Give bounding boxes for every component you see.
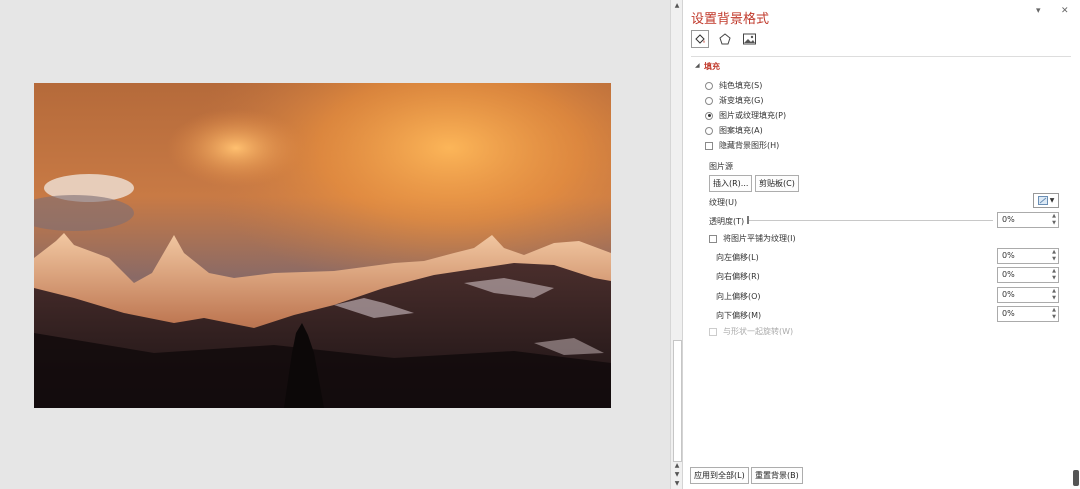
offset-right-label: 向右偏移(R) [716,272,760,281]
scroll-thumb[interactable] [673,340,682,462]
offset-right-value: 0% [1002,270,1015,279]
radio-gradient[interactable] [705,96,713,105]
radio-solid[interactable] [705,81,713,90]
option-gradient-fill[interactable]: 渐变填充(G) [705,95,763,106]
tile-checkbox[interactable] [709,234,717,243]
option-solid-label: 纯色填充(S) [719,81,763,90]
offset-bottom-value: 0% [1002,309,1015,318]
rotate-checkbox[interactable] [709,327,717,336]
offset-top-spinner[interactable]: 0% ▲ ▼ [997,287,1059,303]
spinner-arrows-icon[interactable]: ▲ ▼ [1052,288,1056,302]
transparency-value: 0% [1002,215,1015,224]
rotate-label: 与形状一起旋转(W) [723,327,794,336]
offset-left-label: 向左偏移(L) [716,253,759,262]
tile-picture-option[interactable]: 将图片平铺为纹理(I) [709,233,796,244]
clipboard-button[interactable]: 剪贴板(C) [755,175,799,192]
hide-bg-label: 隐藏背景图形(H) [719,141,780,150]
pane-title: 设置背景格式 [691,12,770,27]
pane-options-dropdown-icon[interactable]: ▾ [1036,6,1041,16]
spinner-arrows-icon[interactable]: ▲ ▼ [1052,307,1056,321]
spinner-arrows-icon[interactable]: ▲ ▼ [1052,213,1056,227]
pentagon-icon [719,33,731,45]
picture-icon [742,33,756,45]
rotate-with-shape-option[interactable]: 与形状一起旋转(W) [709,326,793,337]
hide-bg-checkbox[interactable] [705,141,713,150]
option-picture-fill[interactable]: 图片或纹理填充(P) [705,110,786,121]
transparency-spinner[interactable]: 0% ▲ ▼ [997,212,1059,228]
option-pattern-fill[interactable]: 图案填充(A) [705,125,763,136]
texture-dropdown[interactable]: ▼ [1033,193,1059,208]
radio-pattern[interactable] [705,126,713,135]
transparency-slider-track[interactable] [747,220,993,221]
close-icon[interactable]: ✕ [1061,6,1069,16]
texture-label: 纹理(U) [709,198,738,207]
offset-bottom-spinner[interactable]: 0% ▲ ▼ [997,306,1059,322]
spinner-arrows-icon[interactable]: ▲ ▼ [1052,249,1056,263]
option-pattern-label: 图案填充(A) [719,126,763,135]
picture-source-label: 图片源 [709,162,733,171]
apply-to-all-button[interactable]: 应用到全部(L) [690,467,749,484]
option-solid-fill[interactable]: 纯色填充(S) [705,80,762,91]
tab-picture[interactable] [740,30,758,48]
tab-fill[interactable] [691,30,709,48]
offset-left-spinner[interactable]: 0% ▲ ▼ [997,248,1059,264]
spinner-arrows-icon[interactable]: ▲ ▼ [1052,268,1056,282]
slide-canvas [0,0,670,489]
collapse-icon[interactable]: ◢ [695,62,700,69]
hide-background-graphics[interactable]: 隐藏背景图形(H) [705,140,779,151]
resize-grip-icon[interactable] [1073,470,1079,486]
texture-swatch-icon [1037,196,1048,205]
slide-background-image[interactable] [34,83,611,408]
offset-bottom-label: 向下偏移(M) [716,311,762,320]
transparency-label: 透明度(T) [709,217,745,226]
tab-effects[interactable] [716,30,734,48]
offset-top-value: 0% [1002,290,1015,299]
reset-background-button[interactable]: 重置背景(B) [751,467,803,484]
paint-bucket-icon [695,34,705,44]
offset-top-label: 向上偏移(O) [716,292,761,301]
tile-label: 将图片平铺为纹理(I) [723,234,796,243]
offset-right-spinner[interactable]: 0% ▲ ▼ [997,267,1059,283]
option-picture-label: 图片或纹理填充(P) [719,111,787,120]
mountain-sunset-image [34,83,611,408]
insert-button[interactable]: 插入(R)... [709,175,753,192]
radio-picture[interactable] [705,111,713,120]
transparency-slider-thumb[interactable] [747,216,749,224]
offset-left-value: 0% [1002,251,1015,260]
format-background-pane: 设置背景格式 ▾ ✕ ◢ 填充 纯色填充(S) 渐变填充(G) 图片或纹理填充(… [682,0,1080,489]
option-gradient-label: 渐变填充(G) [719,96,764,105]
chevron-down-icon: ▼ [1049,197,1055,204]
tab-divider [691,56,1071,57]
section-fill-header[interactable]: 填充 [704,61,720,72]
